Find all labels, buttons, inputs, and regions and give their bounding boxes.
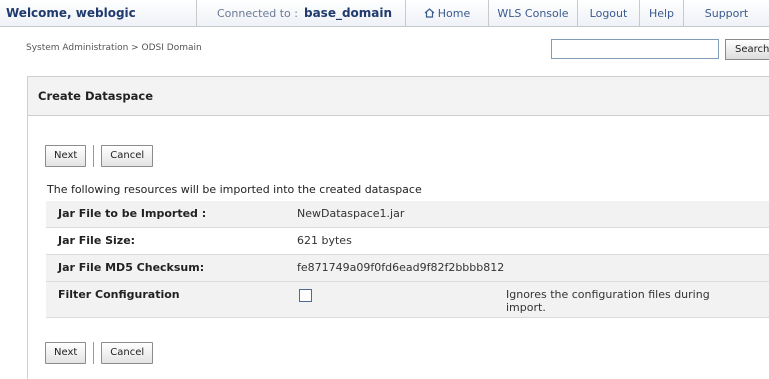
- connected-info: Connected to : base_domain: [197, 0, 406, 27]
- row-label: Jar File MD5 Checksum:: [58, 261, 205, 274]
- filter-configuration-checkbox[interactable]: [299, 289, 312, 302]
- row-value: NewDataspace1.jar: [297, 207, 405, 220]
- nav-help-link[interactable]: Help: [640, 0, 684, 27]
- panel-title: Create Dataspace: [28, 77, 769, 116]
- domain-name: base_domain: [303, 6, 393, 20]
- row-description: Ignores the configuration files during i…: [506, 288, 710, 314]
- nav-wls-console-link[interactable]: WLS Console: [489, 0, 578, 27]
- breadcrumb[interactable]: System Administration > ODSI Domain: [26, 43, 202, 53]
- resources-table: Jar File to be Imported : NewDataspace1.…: [46, 201, 769, 318]
- table-row-jar-size: Jar File Size: 621 bytes: [46, 228, 769, 255]
- row-value: 621 bytes: [297, 234, 352, 247]
- nav-home-label: Home: [437, 7, 471, 20]
- top-button-row: Next Cancel: [45, 144, 154, 168]
- cancel-button-bottom[interactable]: Cancel: [101, 342, 154, 364]
- row-label: Jar File Size:: [58, 234, 136, 247]
- row-label: Jar File to be Imported :: [58, 207, 207, 220]
- next-button-bottom[interactable]: Next: [45, 342, 87, 364]
- bottom-button-row: Next Cancel: [45, 341, 154, 365]
- button-divider: [93, 342, 95, 364]
- next-button-top[interactable]: Next: [45, 145, 87, 167]
- table-row-jar-file: Jar File to be Imported : NewDataspace1.…: [46, 201, 769, 228]
- home-icon: [424, 8, 435, 18]
- top-bar: Welcome, weblogic Connected to : base_dom…: [0, 0, 769, 27]
- search-button[interactable]: Search: [725, 39, 769, 60]
- search-input[interactable]: [551, 39, 719, 59]
- row-label: Filter Configuration: [58, 288, 180, 301]
- create-dataspace-panel: Create Dataspace Next Cancel The followi…: [27, 76, 769, 379]
- cancel-button-top[interactable]: Cancel: [101, 145, 154, 167]
- nav-support-link[interactable]: Support: [684, 0, 769, 27]
- nav-home-link[interactable]: Home: [406, 0, 489, 27]
- intro-text: The following resources will be imported…: [47, 183, 422, 196]
- table-row-md5-checksum: Jar File MD5 Checksum: fe871749a09f0fd6e…: [46, 255, 769, 282]
- welcome-text: Welcome, weblogic: [0, 0, 197, 27]
- nav-logout-link[interactable]: Logout: [578, 0, 640, 27]
- connected-label: Connected to :: [217, 7, 298, 20]
- table-row-filter-configuration: Filter Configuration Ignores the configu…: [46, 282, 769, 318]
- row-value: fe871749a09f0fd6ead9f82f2bbbb812: [297, 261, 505, 274]
- button-divider: [93, 145, 95, 167]
